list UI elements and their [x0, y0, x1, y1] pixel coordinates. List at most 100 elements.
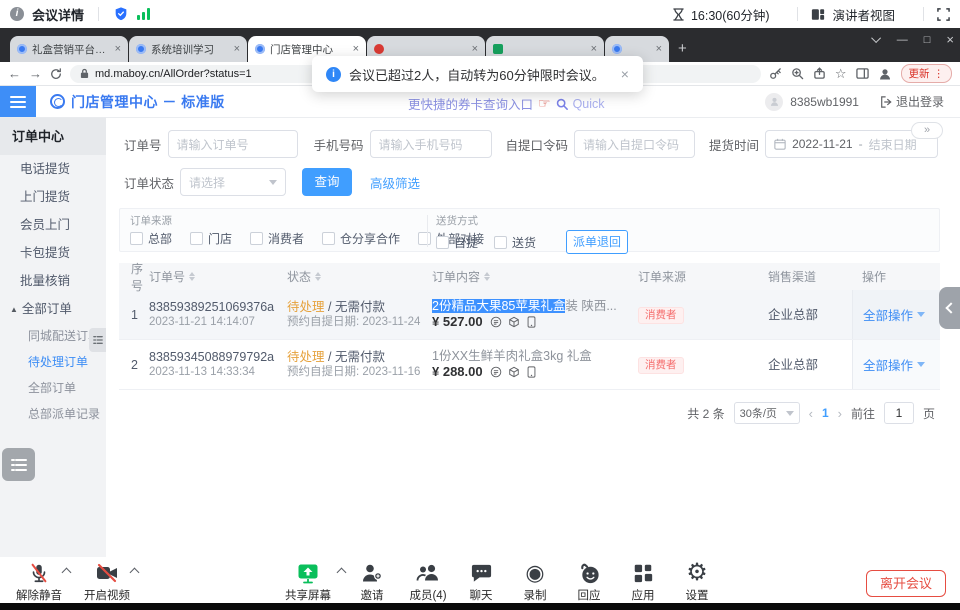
browser-tab-1[interactable]: 礼盒营销平台管理中心 × [10, 36, 128, 62]
leave-meeting-button[interactable]: 离开会议 [866, 570, 946, 597]
sidebar-item-card-pickup[interactable]: 卡包提货 [0, 239, 106, 267]
share-options-caret[interactable] [338, 569, 347, 578]
sidebar-item-batch-verify[interactable]: 批量核销 [0, 267, 106, 295]
chrome-update-button[interactable]: 更新 ⋮ [901, 64, 953, 83]
share-screen-button[interactable]: 共享屏幕 [277, 560, 339, 603]
share-icon[interactable] [813, 67, 826, 80]
checkbox-icon[interactable] [436, 236, 449, 249]
back-icon[interactable]: ← [8, 66, 21, 81]
profile-icon[interactable] [878, 67, 892, 81]
start-video-button[interactable]: 开启视频 [76, 560, 138, 603]
zoom-icon[interactable] [791, 67, 804, 80]
prev-page-button[interactable]: ‹ [809, 406, 813, 421]
shield-check-icon[interactable] [113, 6, 129, 22]
checkbox-source-store[interactable]: 门店 [190, 230, 232, 247]
checkbox-delivery-deliver[interactable]: 送货 [494, 234, 536, 251]
sort-icon[interactable] [189, 272, 195, 281]
forward-icon[interactable]: → [29, 66, 42, 81]
advanced-filter-link[interactable]: 高级筛选 [370, 173, 420, 192]
phone-input[interactable]: 请输入手机号码 [370, 130, 492, 158]
checkbox-icon[interactable] [494, 236, 507, 249]
checkbox-delivery-selfpickup[interactable]: 自提 [436, 234, 478, 251]
col-order-no[interactable]: 订单号 [149, 268, 287, 285]
col-status[interactable]: 状态 [287, 268, 432, 285]
sidebar-item-door-pickup[interactable]: 上门提货 [0, 183, 106, 211]
fullscreen-icon[interactable] [937, 8, 950, 21]
tab-close-icon[interactable]: × [591, 44, 597, 55]
checkbox-source-warehouse-share[interactable]: 仓分享合作 [322, 230, 400, 247]
view-mode-selector[interactable]: 演讲者视图 [832, 5, 895, 24]
all-actions-dropdown[interactable]: 全部操作 [863, 355, 925, 374]
new-tab-button[interactable]: + [678, 40, 687, 57]
col-content[interactable]: 订单内容 [432, 268, 628, 285]
password-key-icon[interactable] [769, 67, 782, 80]
sort-icon[interactable] [315, 272, 321, 281]
sidebar-group-all-orders[interactable]: ▲全部订单 [0, 295, 106, 323]
bookmark-star-icon[interactable]: ☆ [835, 66, 847, 82]
mic-options-caret[interactable] [63, 569, 72, 578]
right-panel-handle[interactable] [939, 287, 960, 329]
checkbox-source-consumer[interactable]: 消费者 [250, 230, 304, 247]
box-icon[interactable] [508, 366, 520, 378]
dispatch-return-button[interactable]: 派单退回 [566, 230, 628, 254]
tab-search-icon[interactable] [871, 33, 881, 43]
minimize-icon[interactable]: — [897, 34, 908, 46]
record-button[interactable]: ◉ 录制 [510, 560, 560, 603]
reaction-button[interactable]: 回应 [564, 560, 614, 603]
sidebar-item-hq-dispatch-records[interactable]: 总部派单记录 [0, 401, 106, 427]
chevron-down-icon [269, 180, 277, 185]
tab-close-icon[interactable]: × [656, 44, 662, 55]
collapse-panel-button[interactable]: » [911, 122, 943, 139]
sidebar-item-all-orders[interactable]: 全部订单 [0, 375, 106, 401]
receipt-icon[interactable] [490, 366, 502, 378]
floating-list-button[interactable] [2, 448, 35, 481]
current-page[interactable]: 1 [822, 406, 829, 420]
coupon-query-promo[interactable]: 更快捷的券卡查询入口 ☞ Quick [408, 94, 605, 113]
receipt-icon[interactable] [490, 316, 502, 328]
video-options-caret[interactable] [131, 569, 140, 578]
info-icon[interactable]: i [10, 7, 24, 21]
sidebar-item-phone-pickup[interactable]: 电话提货 [0, 155, 106, 183]
hamburger-menu-button[interactable] [0, 86, 36, 117]
close-icon[interactable]: × [621, 66, 629, 82]
checkbox-icon[interactable] [322, 232, 335, 245]
sidebar-item-pending-orders[interactable]: 待处理订单 [0, 349, 106, 375]
search-button[interactable]: 查询 [302, 168, 352, 196]
settings-button[interactable]: ⚙ 设置 [672, 560, 722, 603]
all-actions-dropdown[interactable]: 全部操作 [863, 305, 925, 324]
page-size-select[interactable]: 30条/页 [734, 402, 800, 424]
members-button[interactable]: 成员(4) [400, 560, 456, 603]
apps-button[interactable]: 应用 [618, 560, 668, 603]
checkbox-icon[interactable] [418, 232, 431, 245]
phone-icon[interactable] [526, 316, 537, 328]
sidebar-item-member-visit[interactable]: 会员上门 [0, 211, 106, 239]
tab-close-icon[interactable]: × [472, 44, 478, 55]
box-icon[interactable] [508, 316, 520, 328]
sort-icon[interactable] [484, 272, 490, 281]
maximize-icon[interactable]: □ [924, 34, 931, 46]
tab-close-icon[interactable]: × [115, 44, 121, 55]
checkbox-icon[interactable] [130, 232, 143, 245]
order-status-select[interactable]: 请选择 [180, 168, 286, 196]
goto-page-input[interactable]: 1 [884, 402, 914, 424]
browser-tab-2[interactable]: 系统培训学习 × [129, 36, 247, 62]
checkbox-icon[interactable] [190, 232, 203, 245]
invite-button[interactable]: 邀请 [346, 560, 398, 603]
side-panel-icon[interactable] [856, 67, 869, 80]
unmute-button[interactable]: 解除静音 [8, 560, 70, 603]
tab-close-icon[interactable]: × [353, 44, 359, 55]
pickup-code-input[interactable]: 请输入自提口令码 [574, 130, 695, 158]
chat-button[interactable]: 聊天 [456, 560, 506, 603]
order-no-input[interactable]: 请输入订单号 [168, 130, 298, 158]
window-close-icon[interactable]: × [946, 32, 954, 47]
checkbox-icon[interactable] [250, 232, 263, 245]
kebab-menu-icon[interactable]: ⋮ [934, 68, 945, 80]
tab-close-icon[interactable]: × [234, 44, 240, 55]
logout-button[interactable]: 退出登录 [880, 93, 944, 110]
sidebar-flyout-handle[interactable] [89, 328, 106, 352]
reload-icon[interactable] [50, 68, 62, 80]
next-page-button[interactable]: › [838, 406, 842, 421]
phone-icon[interactable] [526, 366, 537, 378]
checkbox-source-hq[interactable]: 总部 [130, 230, 172, 247]
meeting-timer[interactable]: 16:30(60分钟) [691, 5, 770, 24]
